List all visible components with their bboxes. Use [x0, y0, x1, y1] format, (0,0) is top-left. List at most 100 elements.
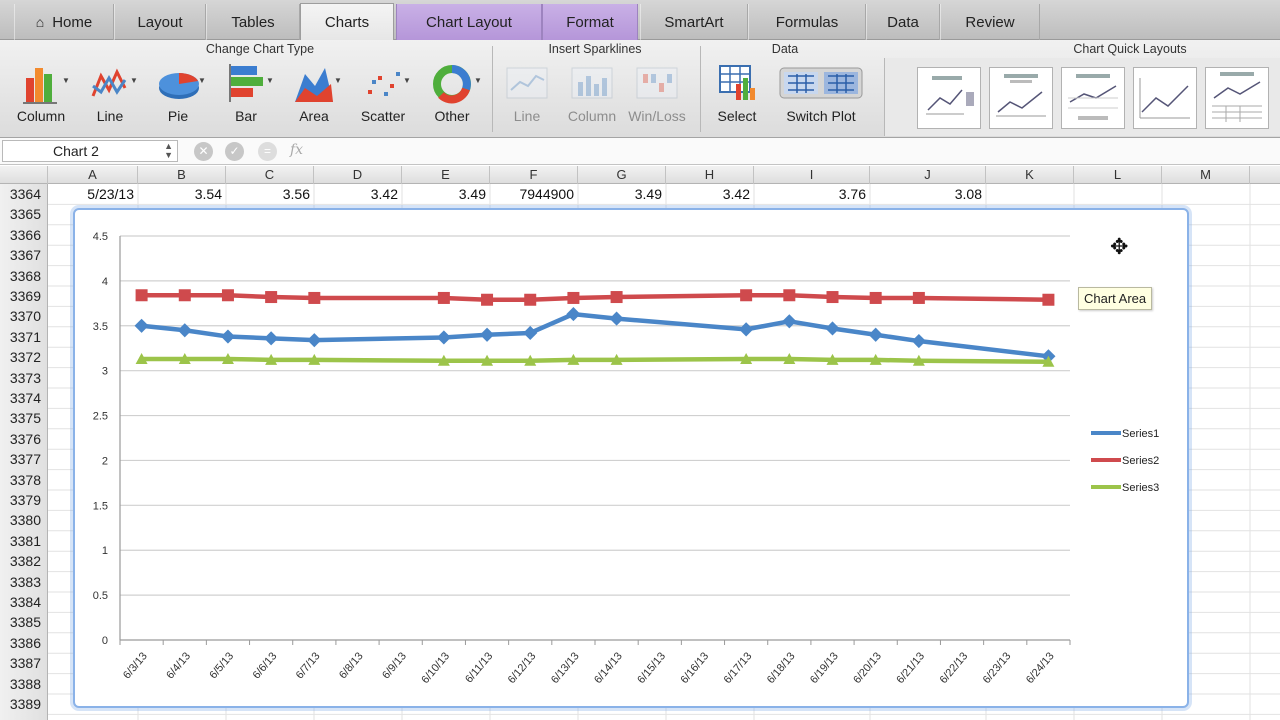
tab-layout[interactable]: Layout	[114, 4, 206, 40]
quick-layout-1[interactable]	[917, 67, 981, 129]
row-header[interactable]: 3376	[0, 429, 48, 449]
tab-home[interactable]: ⌂ Home	[14, 4, 114, 40]
chart-area[interactable]: 0 0.5 1 1.5 2 2.5 3 3.5 4 4.5 6/3/13 6/4/13 6/5/13 6/…	[73, 208, 1189, 708]
row-header[interactable]: 3364	[0, 184, 48, 204]
quick-layout-5[interactable]	[1205, 67, 1269, 129]
tab-charts[interactable]: Charts	[300, 3, 394, 41]
cell-i3364[interactable]: 3.76	[754, 186, 866, 202]
series-1-point	[479, 327, 495, 342]
row-header[interactable]: 3372	[0, 347, 48, 367]
column-header[interactable]: I	[754, 166, 870, 184]
bar-chart-button[interactable]: ▼ Bar	[212, 62, 280, 132]
row-header[interactable]: 3378	[0, 470, 48, 490]
row-header[interactable]: 3384	[0, 592, 48, 612]
quick-layout-3[interactable]	[1061, 67, 1125, 129]
quick-layout-4[interactable]	[1133, 67, 1197, 129]
tab-smartart[interactable]: SmartArt	[640, 4, 748, 40]
sparkline-column-button[interactable]: Column	[558, 62, 626, 132]
sparkline-line-button[interactable]: Line	[493, 62, 561, 132]
row-header[interactable]: 3367	[0, 245, 48, 265]
cell-h3364[interactable]: 3.42	[666, 186, 750, 202]
row-header[interactable]: 3388	[0, 674, 48, 694]
sparkline-winloss-button[interactable]: Win/Loss	[623, 62, 691, 132]
series-2-point	[912, 291, 925, 304]
y-tick-label: 4.5	[93, 231, 108, 243]
cell-g3364[interactable]: 3.49	[578, 186, 662, 202]
column-chart-button[interactable]: ▼ Column	[7, 62, 75, 132]
column-header[interactable]: H	[666, 166, 754, 184]
cell-e3364[interactable]: 3.49	[402, 186, 486, 202]
tab-chart-layout[interactable]: Chart Layout	[396, 4, 542, 40]
cell-b3364[interactable]: 3.54	[138, 186, 222, 202]
series-line-1	[141, 311, 1049, 359]
row-header[interactable]: 3369	[0, 286, 48, 306]
column-header[interactable]: D	[314, 166, 402, 184]
cancel-entry-icon[interactable]: ✕	[194, 142, 213, 161]
cell-f3364[interactable]: 7944900	[490, 186, 574, 202]
column-header[interactable]: A	[48, 166, 138, 184]
x-tick-label: 6/10/13	[419, 650, 452, 686]
series-line-3	[141, 356, 1049, 364]
column-header[interactable]: G	[578, 166, 666, 184]
select-data-button[interactable]: Select	[703, 62, 771, 132]
row-header[interactable]: 3380	[0, 510, 48, 530]
cell-j3364[interactable]: 3.08	[870, 186, 982, 202]
row-header[interactable]: 3366	[0, 225, 48, 245]
row-header[interactable]: 3373	[0, 368, 48, 388]
row-header[interactable]: 3365	[0, 204, 48, 224]
row-header[interactable]: 3374	[0, 388, 48, 408]
row-header[interactable]: 3370	[0, 306, 48, 326]
tab-formulas[interactable]: Formulas	[748, 4, 866, 40]
insert-function-button[interactable]: fx	[290, 142, 303, 158]
series-2-point	[135, 289, 148, 302]
column-header[interactable]: K	[986, 166, 1074, 184]
stepper-arrows-icon[interactable]: ▲ ▼	[164, 142, 173, 160]
scatter-chart-button[interactable]: ▼ Scatter	[349, 62, 417, 132]
x-tick-label: 6/15/13	[635, 650, 668, 686]
y-tick-label: 3	[102, 366, 108, 378]
row-header[interactable]: 3368	[0, 266, 48, 286]
tab-format[interactable]: Format	[542, 4, 638, 40]
row-header[interactable]: 3383	[0, 572, 48, 592]
column-header[interactable]: B	[138, 166, 226, 184]
row-header[interactable]: 3385	[0, 612, 48, 632]
column-chart-icon	[23, 68, 57, 104]
tab-data[interactable]: Data	[866, 4, 940, 40]
row-header[interactable]: 3387	[0, 653, 48, 673]
row-header[interactable]: 3375	[0, 408, 48, 428]
row-header[interactable]: 3377	[0, 449, 48, 469]
bar-chart-label: Bar	[235, 108, 257, 124]
equals-icon[interactable]: =	[258, 142, 277, 161]
row-header[interactable]: 3381	[0, 531, 48, 551]
column-header[interactable]: C	[226, 166, 314, 184]
pie-chart-button[interactable]: ▼ Pie	[144, 62, 212, 132]
confirm-entry-icon[interactable]: ✓	[225, 142, 244, 161]
column-header[interactable]: E	[402, 166, 490, 184]
column-header[interactable]: M	[1162, 166, 1250, 184]
cell-a3364[interactable]: 5/23/13	[48, 186, 134, 202]
row-header[interactable]: 3386	[0, 633, 48, 653]
quick-layout-thumbnail-icon	[1068, 74, 1118, 120]
other-chart-button[interactable]: ▼ Other	[418, 62, 486, 132]
cell-d3364[interactable]: 3.42	[314, 186, 398, 202]
switch-plot-button[interactable]: Switch Plot	[778, 62, 864, 132]
tab-review[interactable]: Review	[940, 4, 1040, 40]
row-header[interactable]: 3379	[0, 490, 48, 510]
quick-layout-2[interactable]	[989, 67, 1053, 129]
row-header[interactable]: 3382	[0, 551, 48, 571]
line-chart-button[interactable]: ▼ Line	[76, 62, 144, 132]
column-header[interactable]: J	[870, 166, 986, 184]
row-header[interactable]: 3371	[0, 327, 48, 347]
column-header[interactable]: F	[490, 166, 578, 184]
cell-c3364[interactable]: 3.56	[226, 186, 310, 202]
tab-layout-label: Layout	[137, 13, 183, 31]
column-header[interactable]: L	[1074, 166, 1162, 184]
series-2-point	[869, 291, 882, 304]
y-tick-label: 3.5	[93, 321, 108, 333]
row-header[interactable]: 3389	[0, 694, 48, 714]
area-chart-button[interactable]: ▼ Area	[280, 62, 348, 132]
y-tick-label: 1.5	[93, 500, 108, 512]
tab-tables[interactable]: Tables	[206, 4, 300, 40]
select-all-corner[interactable]	[0, 166, 48, 184]
name-box[interactable]: Chart 2 ▲ ▼	[2, 140, 178, 162]
